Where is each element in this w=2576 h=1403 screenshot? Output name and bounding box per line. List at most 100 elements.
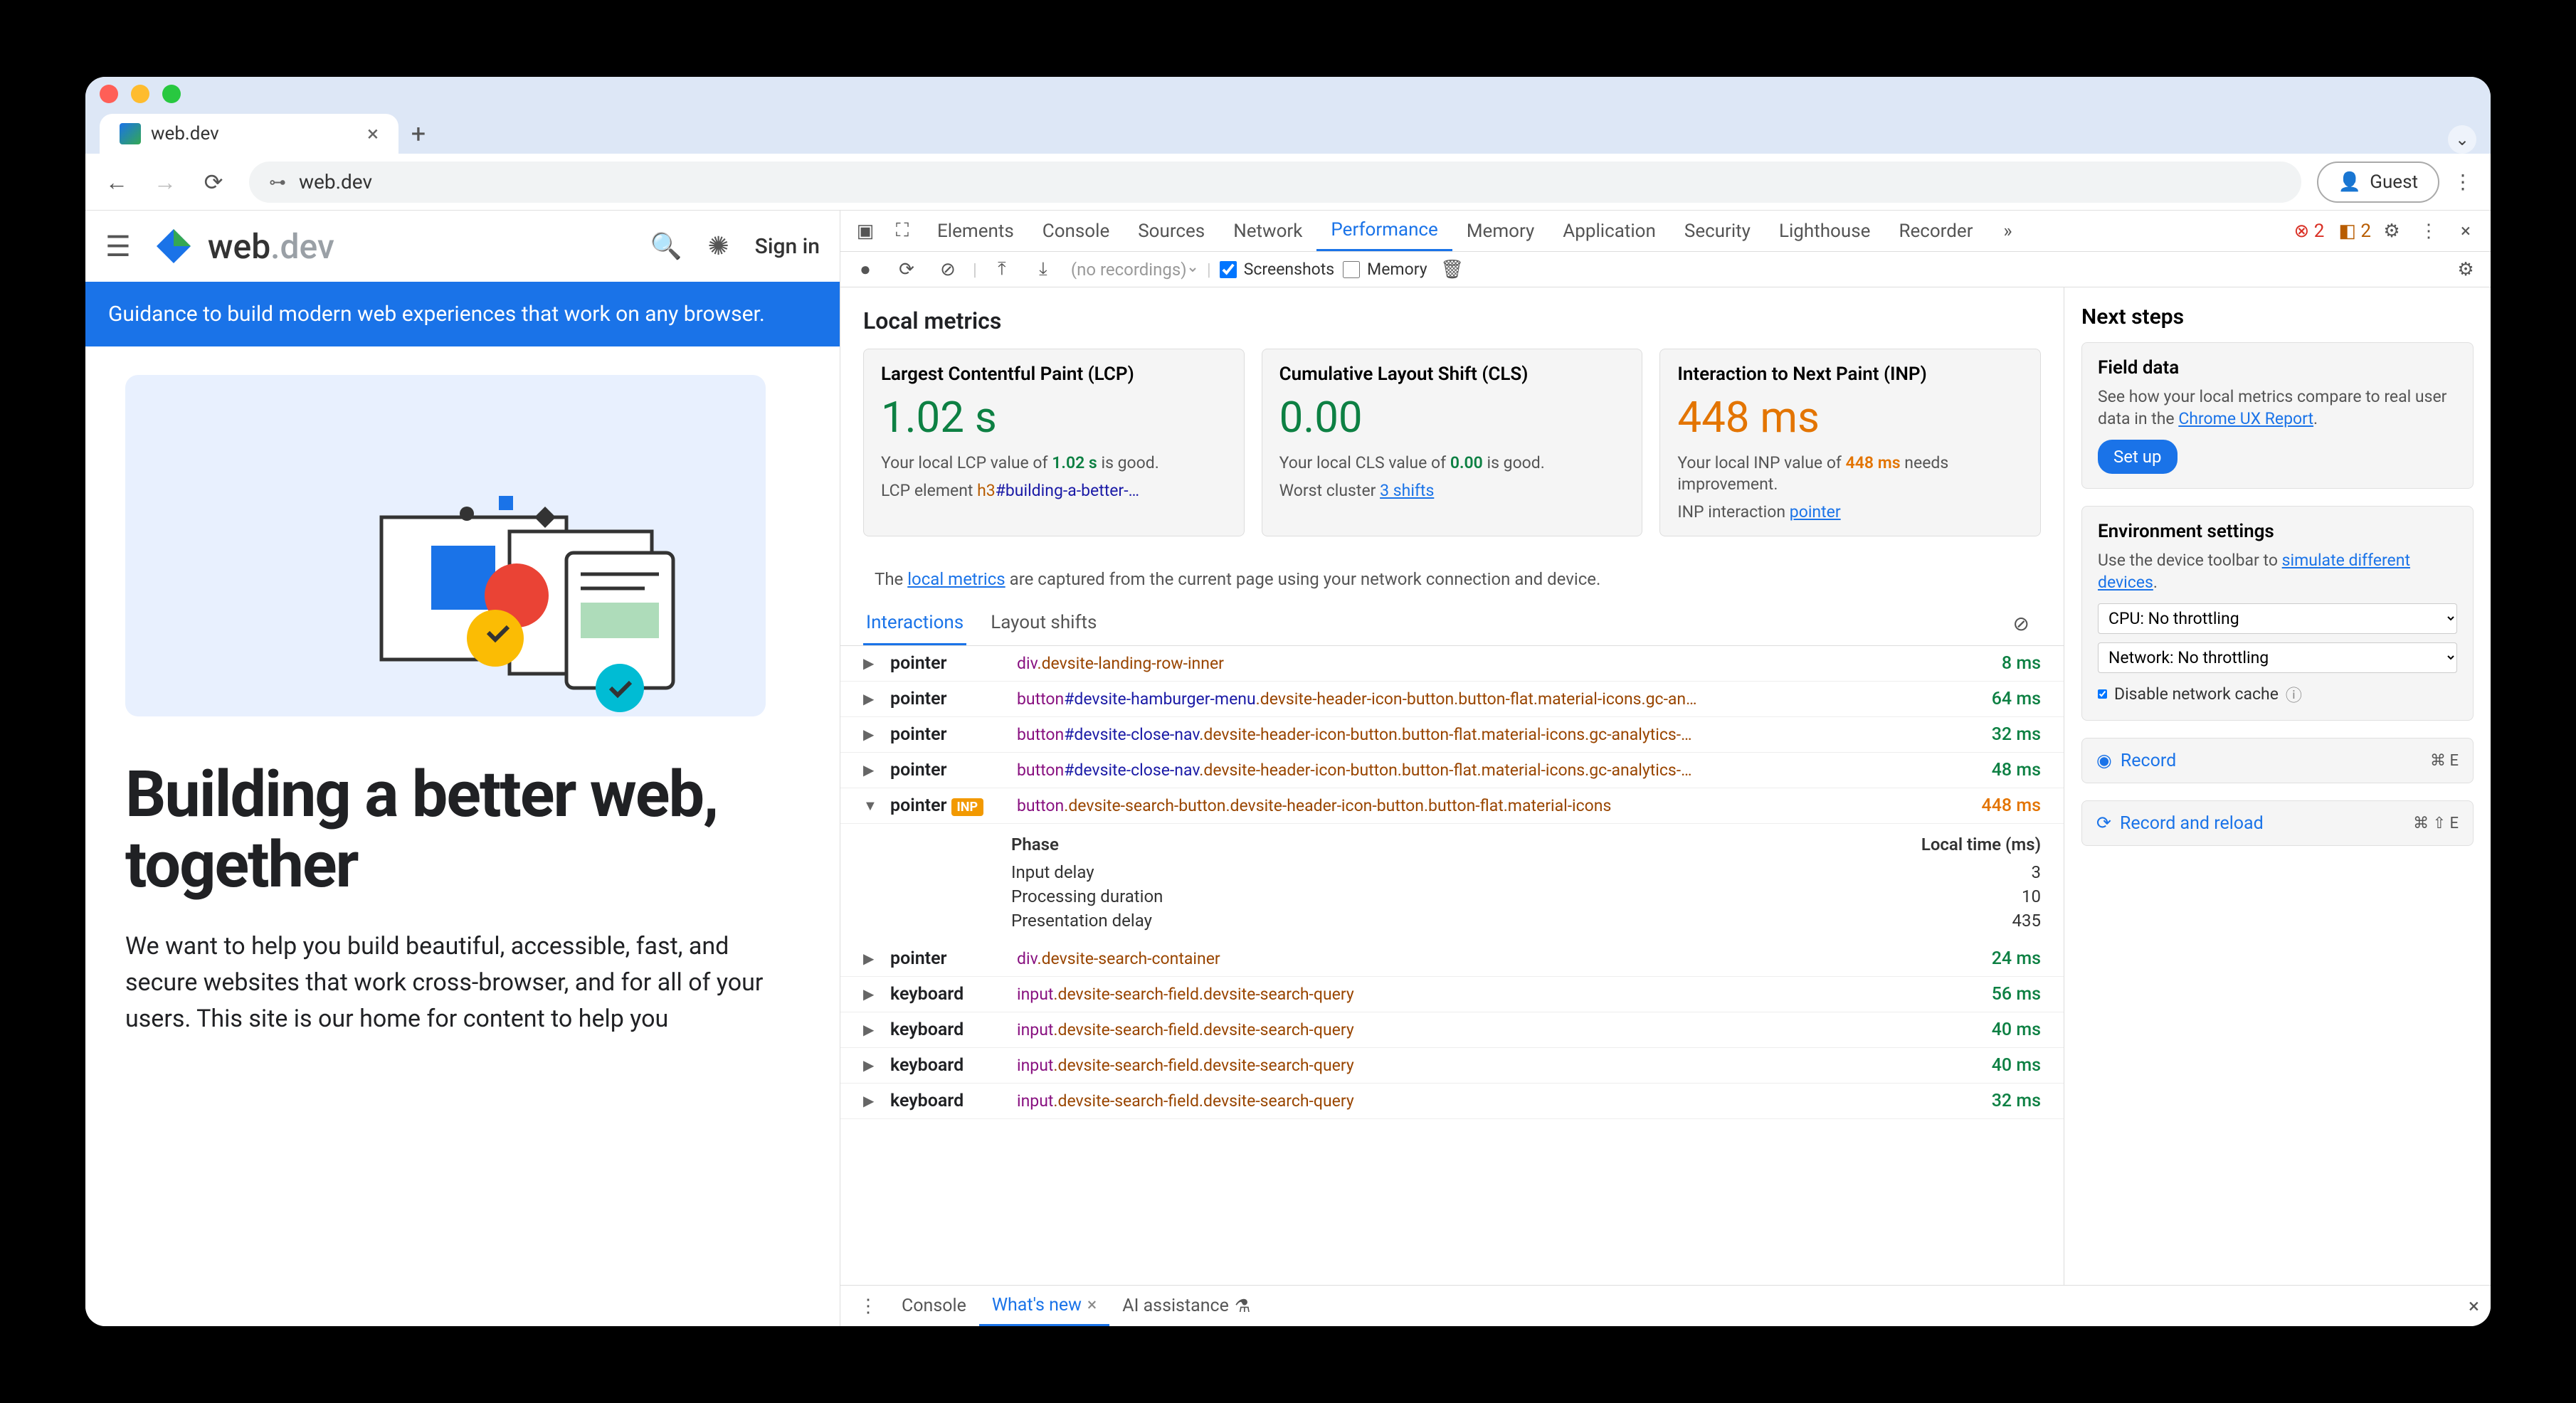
hero-illustration [125, 375, 766, 716]
devtools-tab-lighthouse[interactable]: Lighthouse [1765, 211, 1884, 251]
back-button[interactable]: ← [95, 161, 138, 203]
drawer-menu-icon[interactable]: ⋮ [852, 1290, 885, 1323]
interaction-row[interactable]: ▶keyboardinput.devsite-search-field.devs… [840, 1084, 2064, 1119]
devtools-tab-recorder[interactable]: Recorder [1884, 211, 1987, 251]
reload-icon: ⟳ [2096, 812, 2111, 834]
devtools-tab-memory[interactable]: Memory [1452, 211, 1548, 251]
interaction-row[interactable]: ▶pointerdiv.devsite-landing-row-inner8 m… [840, 646, 2064, 682]
logo-text: web.dev [208, 226, 334, 267]
upload-icon[interactable]: ⤒ [986, 253, 1018, 286]
field-data-box: Field data See how your local metrics co… [2081, 342, 2474, 489]
lcp-card: Largest Contentful Paint (LCP) 1.02 s Yo… [863, 349, 1245, 536]
device-toolbar-icon[interactable]: ⛶ [886, 215, 919, 248]
drawer-tab[interactable]: Console [889, 1286, 979, 1326]
record-button[interactable]: ◉Record ⌘ E [2081, 738, 2474, 783]
drawer-tab[interactable]: What's new× [979, 1286, 1109, 1326]
disable-cache-checkbox[interactable]: Disable network cache ⓘ [2098, 682, 2457, 706]
gc-icon[interactable]: 🗑 [1436, 253, 1469, 286]
crux-link[interactable]: Chrome UX Report [2178, 409, 2313, 428]
interaction-tabs: Interactions Layout shifts ⊘ [840, 602, 2064, 646]
site-logo[interactable]: web.dev [151, 223, 334, 269]
performance-toolbar: ● ⟳ ⊘ | ⤒ ⤓ (no recordings) | Screenshot… [840, 252, 2491, 287]
next-steps-title: Next steps [2081, 305, 2474, 329]
record-reload-button[interactable]: ⟳Record and reload ⌘ ⇧ E [2081, 800, 2474, 846]
inspect-icon[interactable]: ▣ [849, 215, 882, 248]
error-badge[interactable]: ⊗ 2 [2294, 221, 2325, 242]
local-metrics-notice: The local metrics are captured from the … [840, 556, 2064, 602]
interaction-row[interactable]: ▶pointerdiv.devsite-search-container24 m… [840, 941, 2064, 977]
interaction-row[interactable]: ▶pointerbutton#devsite-hamburger-menu.de… [840, 682, 2064, 717]
hamburger-icon[interactable]: ☰ [105, 230, 131, 263]
record-dot-icon: ◉ [2096, 750, 2112, 771]
url-input[interactable]: ⊶ web.dev [249, 162, 2301, 203]
page-headline: Building a better web, together [125, 759, 800, 900]
reload-button[interactable]: ⟳ [192, 161, 235, 203]
profile-button[interactable]: 👤 Guest [2317, 162, 2439, 203]
tabs-dropdown-icon[interactable]: ⌄ [2448, 125, 2476, 154]
inp-interaction-link[interactable]: pointer [1790, 502, 1841, 522]
network-throttle-select[interactable]: Network: No throttling [2098, 642, 2457, 673]
interaction-row[interactable]: ▶keyboardinput.devsite-search-field.devs… [840, 1048, 2064, 1084]
drawer-tab[interactable]: AI assistance⚗ [1109, 1286, 1263, 1326]
reload-record-icon[interactable]: ⟳ [890, 253, 923, 286]
interaction-row[interactable]: ▶keyboardinput.devsite-search-field.devs… [840, 1012, 2064, 1048]
close-drawer-icon[interactable]: × [2469, 1294, 2479, 1318]
devtools-tab-elements[interactable]: Elements [923, 211, 1028, 251]
clear-icon[interactable]: ⊘ [931, 253, 964, 286]
search-icon[interactable]: 🔍 [650, 231, 682, 261]
record-icon[interactable]: ● [849, 253, 882, 286]
interaction-tab[interactable]: Interactions [863, 602, 966, 645]
cpu-throttle-select[interactable]: CPU: No throttling [2098, 603, 2457, 634]
cls-shifts-link[interactable]: 3 shifts [1380, 481, 1434, 500]
devtools-tabs: ▣ ⛶ ElementsConsoleSourcesNetworkPerform… [840, 211, 2491, 252]
sign-in-button[interactable]: Sign in [755, 234, 820, 259]
more-icon[interactable]: ⋮ [2412, 215, 2445, 248]
guest-label: Guest [2370, 171, 2418, 193]
page-banner: Guidance to build modern web experiences… [85, 282, 840, 346]
tab-title: web.dev [151, 123, 219, 144]
help-icon[interactable]: ⓘ [2286, 682, 2302, 706]
devtools-tab-console[interactable]: Console [1028, 211, 1124, 251]
interaction-tab[interactable]: Layout shifts [988, 602, 1099, 645]
address-bar: ← → ⟳ ⊶ web.dev 👤 Guest ⋮ [85, 154, 2491, 211]
devtools-tab-application[interactable]: Application [1548, 211, 1670, 251]
interaction-row[interactable]: ▶keyboardinput.devsite-search-field.devs… [840, 977, 2064, 1012]
page-header: ☰ web.dev 🔍 ✺ Sign in [85, 211, 840, 282]
minimize-window-icon[interactable] [131, 85, 149, 103]
warning-badge[interactable]: ◧ 2 [2338, 221, 2371, 242]
devtools-tab-performance[interactable]: Performance [1316, 211, 1452, 251]
devtools-tab-network[interactable]: Network [1219, 211, 1316, 251]
page-body: We want to help you build beautiful, acc… [125, 928, 800, 1037]
interaction-row[interactable]: ▶pointerbutton#devsite-close-nav.devsite… [840, 753, 2064, 788]
theme-icon[interactable]: ✺ [708, 231, 729, 261]
forward-button[interactable]: → [144, 161, 186, 203]
browser-menu-button[interactable]: ⋮ [2445, 170, 2481, 194]
recordings-select[interactable]: (no recordings) [1068, 259, 1198, 280]
setup-button[interactable]: Set up [2098, 440, 2178, 474]
browser-tabs-row: web.dev × + ⌄ [85, 111, 2491, 154]
devtools-tab-sources[interactable]: Sources [1124, 211, 1219, 251]
new-tab-button[interactable]: + [398, 114, 438, 154]
screenshots-checkbox[interactable]: Screenshots [1220, 260, 1334, 279]
more-tabs-icon[interactable]: » [1992, 215, 2025, 248]
maximize-window-icon[interactable] [162, 85, 181, 103]
local-metrics-title: Local metrics [863, 307, 2041, 334]
settings-icon[interactable]: ⚙ [2375, 215, 2408, 248]
interaction-row[interactable]: ▼pointerINPbutton.devsite-search-button.… [840, 788, 2064, 824]
perf-settings-icon[interactable]: ⚙ [2449, 253, 2482, 286]
close-window-icon[interactable] [100, 85, 118, 103]
interactions-list: ▶pointerdiv.devsite-landing-row-inner8 m… [840, 646, 2064, 1285]
site-settings-icon[interactable]: ⊶ [269, 172, 286, 192]
download-icon[interactable]: ⤓ [1027, 253, 1060, 286]
guest-icon: 👤 [2338, 171, 2361, 193]
devtools-drawer: ⋮ ConsoleWhat's new×AI assistance⚗ × [840, 1285, 2491, 1326]
favicon-icon [120, 123, 141, 144]
close-tab-icon[interactable]: × [367, 122, 379, 147]
close-devtools-icon[interactable]: × [2449, 215, 2482, 248]
interaction-row[interactable]: ▶pointerbutton#devsite-close-nav.devsite… [840, 717, 2064, 753]
env-settings-box: Environment settings Use the device tool… [2081, 506, 2474, 721]
memory-checkbox[interactable]: Memory [1343, 260, 1427, 279]
browser-tab[interactable]: web.dev × [100, 114, 398, 154]
devtools-tab-security[interactable]: Security [1670, 211, 1765, 251]
no-entry-icon[interactable]: ⊘ [2013, 612, 2029, 635]
